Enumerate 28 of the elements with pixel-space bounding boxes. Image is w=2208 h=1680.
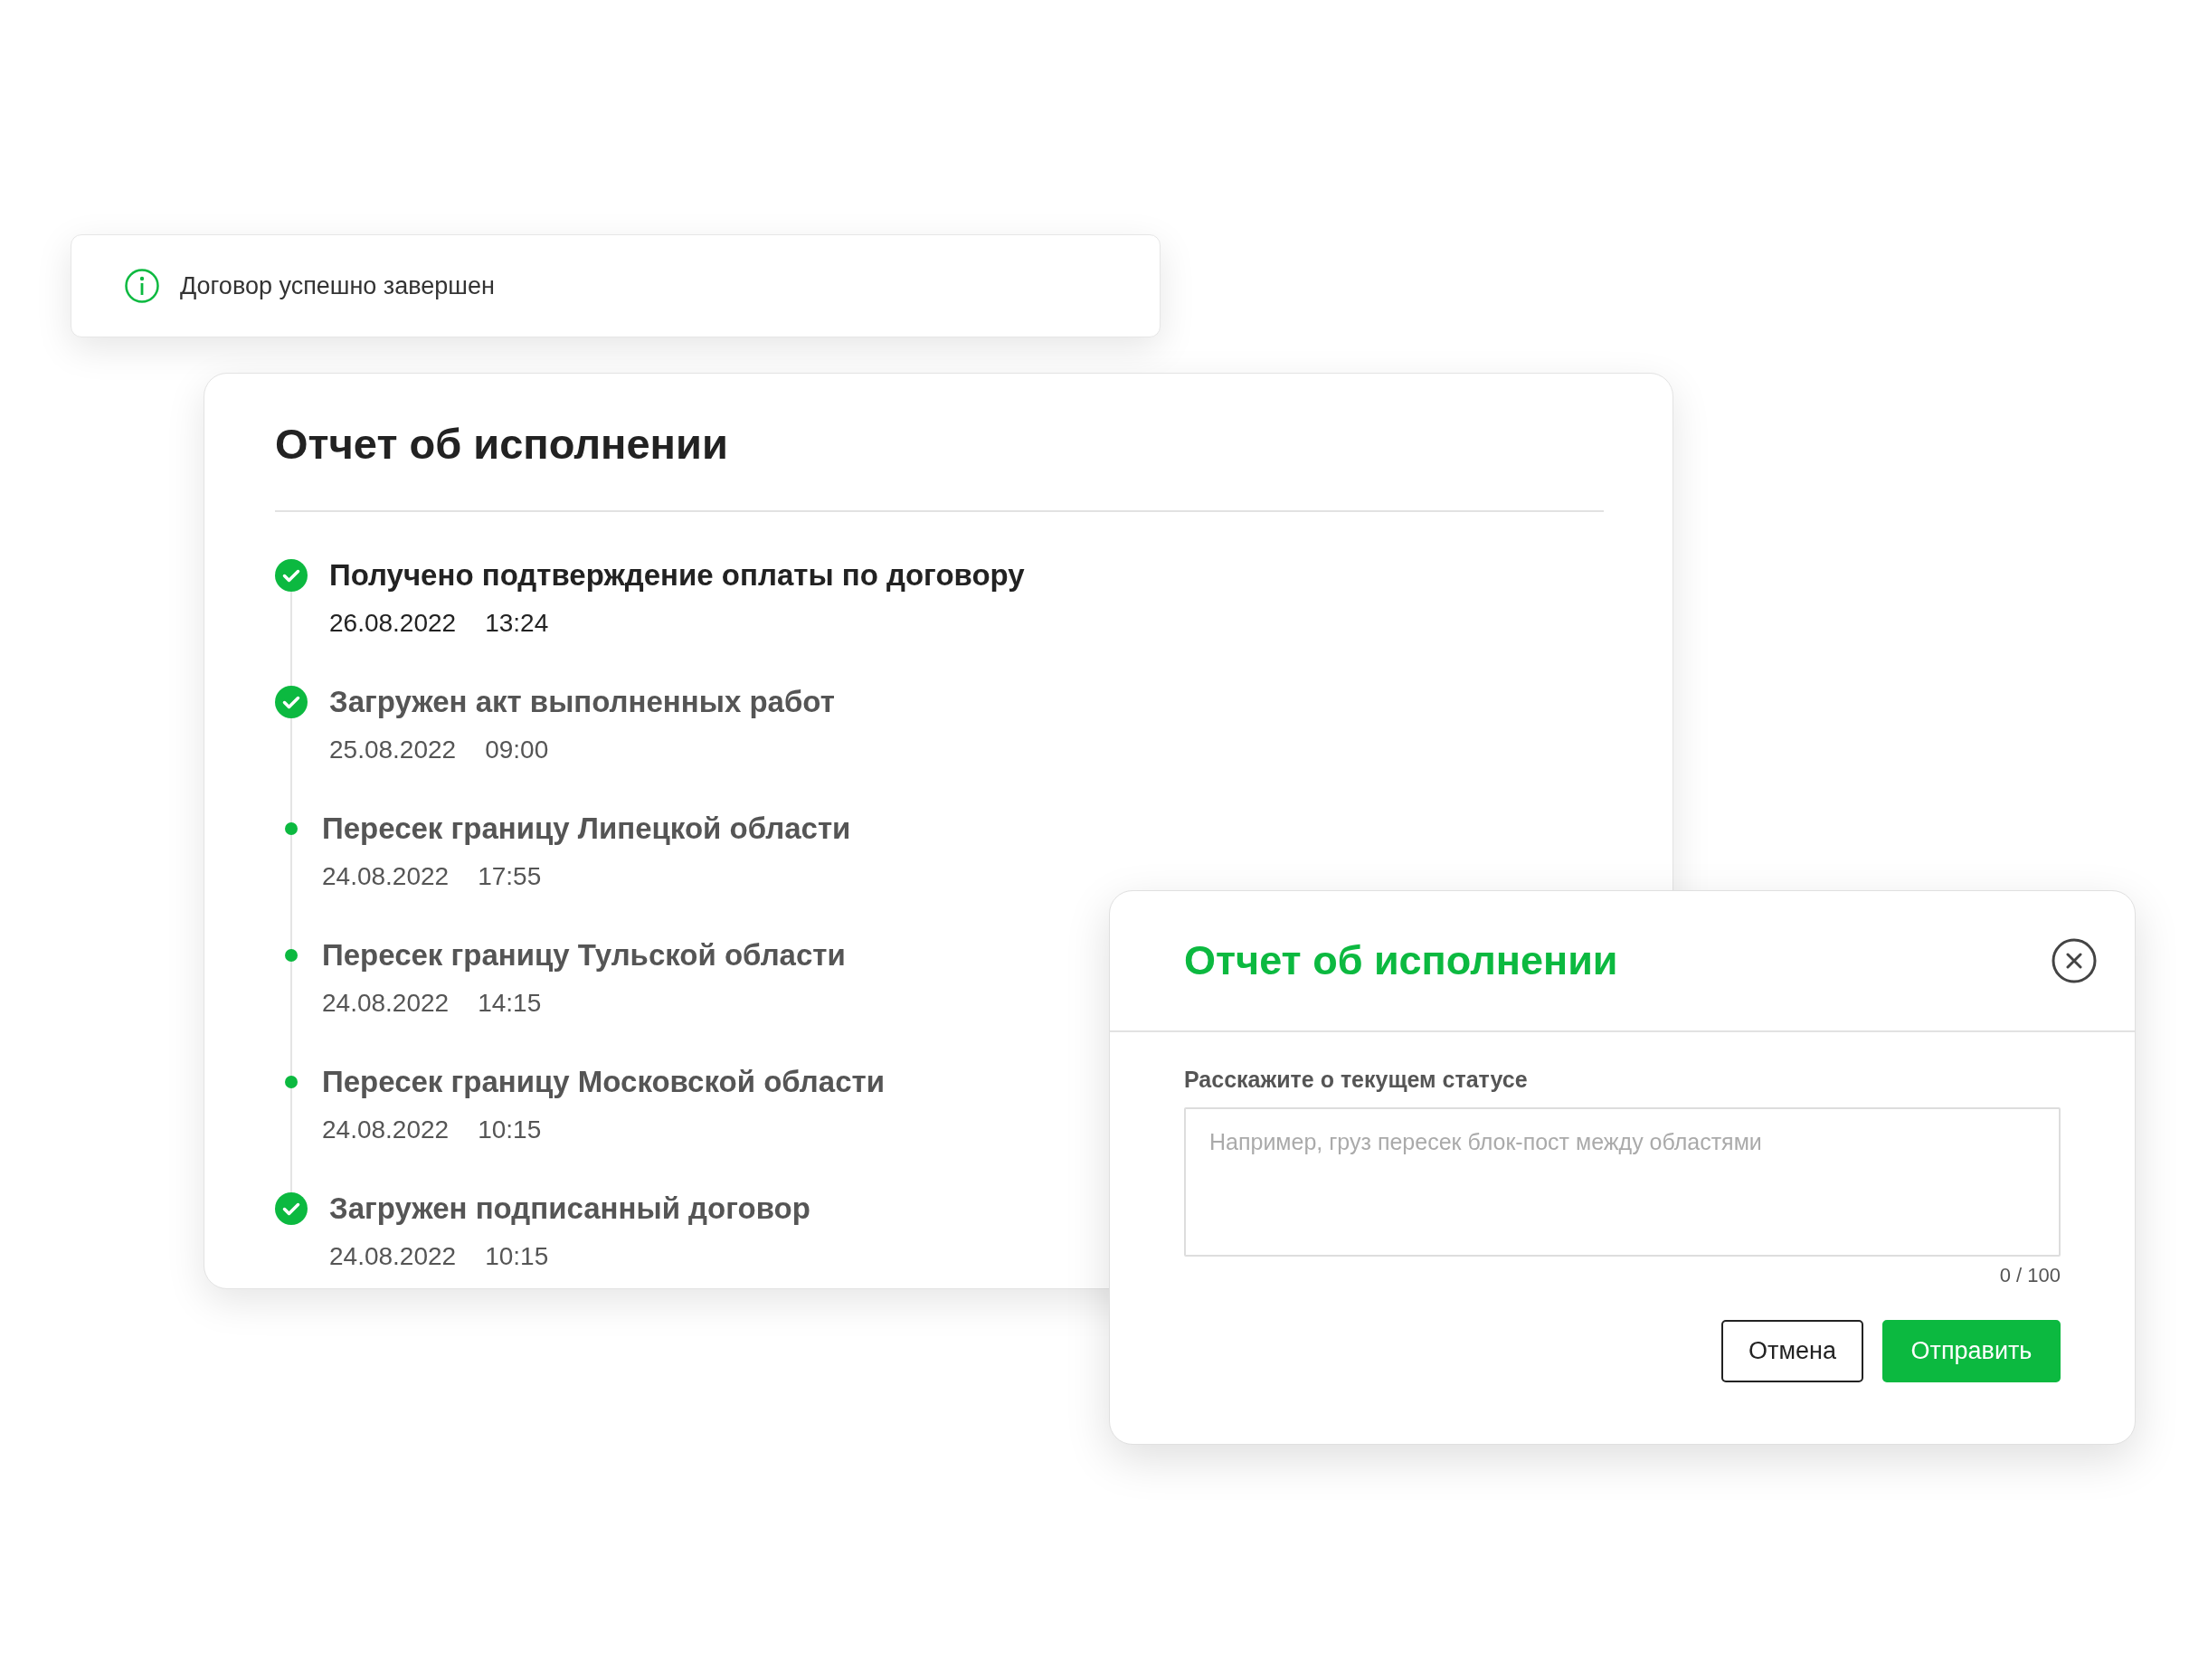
event-date: 25.08.2022 [329, 735, 457, 765]
field-label: Расскажите о текущем статусе [1184, 1067, 1529, 1093]
toast-message: Договор успешно завершен [180, 271, 495, 300]
event-time: 17:55 [478, 861, 542, 892]
event-title: Загружен акт выполненных работ [329, 684, 835, 720]
event-date: 24.08.2022 [329, 1241, 457, 1272]
close-icon [2052, 938, 2097, 983]
cancel-button[interactable]: Отмена [1721, 1320, 1863, 1382]
event-time: 14:15 [478, 988, 542, 1019]
card-title: Отчет об исполнении [275, 419, 729, 470]
event-time: 13:24 [485, 608, 549, 639]
event-time: 10:15 [478, 1115, 542, 1145]
dialog-title: Отчет об исполнении [1184, 937, 1618, 984]
status-input[interactable]: Например, груз пересек блок-пост между областями [1184, 1107, 2061, 1257]
event-date: 24.08.2022 [322, 988, 450, 1019]
event-title: Загружен подписанный договор [329, 1191, 810, 1227]
event-title: Пересек границу Московской области [322, 1064, 885, 1100]
event-time: 09:00 [485, 735, 549, 765]
close-button[interactable] [2052, 938, 2097, 983]
event-title: Пересек границу Липецкой области [322, 811, 851, 847]
event-title: Получено подтверждение оплаты по договору [329, 557, 1025, 593]
character-counter: 0 / 100 [1999, 1264, 2061, 1287]
event-title: Пересек границу Тульской области [322, 937, 846, 973]
info-icon [124, 268, 160, 304]
event-date: 26.08.2022 [329, 608, 457, 639]
event-time: 10:15 [485, 1241, 549, 1272]
event-date: 24.08.2022 [322, 1115, 450, 1145]
event-date: 24.08.2022 [322, 861, 450, 892]
